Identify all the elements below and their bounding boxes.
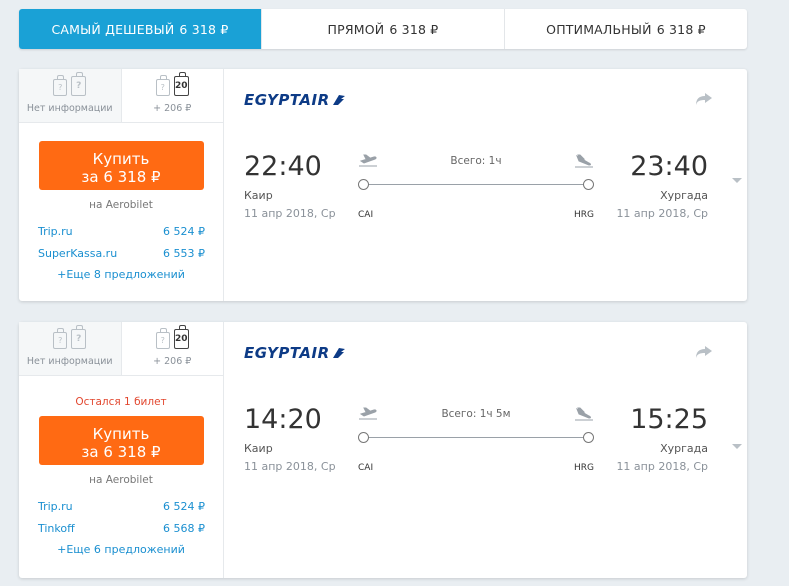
landing-icon [574, 406, 594, 425]
baggage-info-label: Нет информации [26, 356, 113, 367]
offer-item[interactable]: Tinkoff 6 568 ₽ [38, 518, 205, 540]
arrival-city: Хургада [660, 442, 708, 455]
origin-dot [358, 179, 369, 190]
flight-details[interactable]: EGYPTAIR 22:40 23:40 Каир Хургада 11 апр… [224, 69, 747, 301]
arrival-time: 23:40 [630, 151, 708, 182]
tab-optimal[interactable]: ОПТИМАЛЬНЫЙ 6 318 ₽ [504, 9, 747, 49]
offer-price: 6 524 ₽ [163, 225, 205, 238]
baggage-option-no-info[interactable]: ? ? Нет информации [19, 322, 122, 375]
baggage-row: ? ? Нет информации ? 20 + 206 ₽ [19, 322, 223, 376]
offer-price: 6 568 ₽ [163, 522, 205, 535]
flight-card: ? ? Нет информации ? 20 + 206 ₽ Купить з… [19, 69, 747, 301]
departure-time: 22:40 [244, 151, 322, 182]
arrival-city: Хургада [660, 189, 708, 202]
falcon-icon [332, 95, 345, 105]
airline-name: EGYPTAIR [244, 91, 330, 109]
price-panel: ? ? Нет информации ? 20 + 206 ₽ Купить з… [19, 69, 224, 301]
offer-agency: Trip.ru [38, 500, 73, 513]
tab-label: ПРЯМОЙ [327, 21, 385, 37]
baggage-option-20kg[interactable]: ? 20 + 206 ₽ [122, 69, 224, 122]
hand-luggage-icon: ? [155, 328, 170, 349]
baggage-info-label: Нет информации [26, 103, 113, 114]
chevron-down-icon[interactable] [732, 444, 742, 449]
arrival-date: 11 апр 2018, Ср [616, 207, 708, 220]
hand-luggage-icon: ? [53, 328, 68, 349]
origin-code: CAI [358, 463, 374, 473]
tab-direct[interactable]: ПРЯМОЙ 6 318 ₽ [261, 9, 504, 49]
hand-luggage-icon: ? [53, 75, 68, 96]
buy-price: за 6 318 ₽ [81, 168, 161, 186]
offers-list: Trip.ru 6 524 ₽ Tinkoff 6 568 ₽ [38, 496, 205, 540]
arrival-date: 11 апр 2018, Ср [616, 460, 708, 473]
baggage-row: ? ? Нет информации ? 20 + 206 ₽ [19, 69, 223, 123]
tickets-left-warning: Остался 1 билет [75, 396, 167, 408]
tab-price: 6 318 ₽ [389, 21, 439, 37]
offer-agency: Tinkoff [38, 522, 75, 535]
share-icon[interactable] [695, 344, 713, 363]
more-offers-link[interactable]: +Еще 6 предложений [19, 543, 223, 556]
baggage-option-20kg[interactable]: ? 20 + 206 ₽ [122, 322, 224, 375]
route-line: Всего: 1ч 5м CAI HRG [358, 406, 594, 476]
offer-item[interactable]: Trip.ru 6 524 ₽ [38, 496, 205, 518]
destination-dot [583, 179, 594, 190]
route-line: Всего: 1ч CAI HRG [358, 153, 594, 223]
departure-city: Каир [244, 442, 273, 455]
price-panel: ? ? Нет информации ? 20 + 206 ₽ Остался … [19, 322, 224, 578]
buy-label: Купить [92, 150, 150, 168]
airline-logo: EGYPTAIR [244, 91, 346, 109]
hand-luggage-icon: ? [155, 75, 170, 96]
buy-price: за 6 318 ₽ [81, 443, 161, 461]
sort-tabs: САМЫЙ ДЕШЕВЫЙ 6 318 ₽ ПРЯМОЙ 6 318 ₽ ОПТ… [19, 9, 747, 49]
flight-card: ? ? Нет информации ? 20 + 206 ₽ Остался … [19, 322, 747, 578]
suitcase-icon: ? [71, 325, 87, 349]
origin-code: CAI [358, 210, 374, 220]
airline-name: EGYPTAIR [244, 344, 330, 362]
departure-date: 11 апр 2018, Ср [244, 460, 336, 473]
tab-price: 6 318 ₽ [179, 21, 229, 37]
airline-logo: EGYPTAIR [244, 344, 346, 362]
offer-price: 6 524 ₽ [163, 500, 205, 513]
buy-button[interactable]: Купить за 6 318 ₽ [38, 416, 204, 465]
destination-code: HRG [574, 210, 594, 220]
baggage-option-no-info[interactable]: ? ? Нет информации [19, 69, 122, 122]
offer-agency: SuperKassa.ru [38, 247, 118, 260]
buy-label: Купить [92, 425, 150, 443]
tab-cheapest[interactable]: САМЫЙ ДЕШЕВЫЙ 6 318 ₽ [19, 9, 261, 49]
destination-dot [583, 432, 594, 443]
offers-list: Trip.ru 6 524 ₽ SuperKassa.ru 6 553 ₽ [38, 221, 205, 265]
destination-code: HRG [574, 463, 594, 473]
falcon-icon [332, 348, 345, 358]
departure-time: 14:20 [244, 404, 322, 435]
flight-duration: Всего: 1ч 5м [441, 408, 511, 420]
route-divider [365, 437, 587, 438]
flight-details[interactable]: EGYPTAIR 14:20 15:25 Каир Хургада 11 апр… [224, 322, 747, 578]
share-icon[interactable] [695, 91, 713, 110]
route-divider [365, 184, 587, 185]
baggage-extra-price: + 206 ₽ [153, 103, 192, 114]
suitcase-icon: ? [71, 72, 87, 96]
departure-date: 11 апр 2018, Ср [244, 207, 336, 220]
arrival-time: 15:25 [630, 404, 708, 435]
buy-button[interactable]: Купить за 6 318 ₽ [38, 141, 204, 190]
tab-price: 6 318 ₽ [656, 21, 706, 37]
agency-label: на Aerobilet [89, 199, 153, 211]
tab-label: САМЫЙ ДЕШЕВЫЙ [51, 21, 175, 37]
suitcase-icon: 20 [173, 325, 189, 349]
flight-duration: Всего: 1ч [450, 155, 502, 167]
agency-label: на Aerobilet [89, 474, 153, 486]
more-offers-link[interactable]: +Еще 8 предложений [19, 268, 223, 281]
tab-label: ОПТИМАЛЬНЫЙ [546, 21, 652, 37]
departure-city: Каир [244, 189, 273, 202]
baggage-extra-price: + 206 ₽ [153, 356, 192, 367]
offer-item[interactable]: SuperKassa.ru 6 553 ₽ [38, 243, 205, 265]
suitcase-icon: 20 [173, 72, 189, 96]
origin-dot [358, 432, 369, 443]
offer-item[interactable]: Trip.ru 6 524 ₽ [38, 221, 205, 243]
chevron-down-icon[interactable] [732, 178, 742, 183]
offer-price: 6 553 ₽ [163, 247, 205, 260]
landing-icon [574, 153, 594, 172]
offer-agency: Trip.ru [38, 225, 73, 238]
